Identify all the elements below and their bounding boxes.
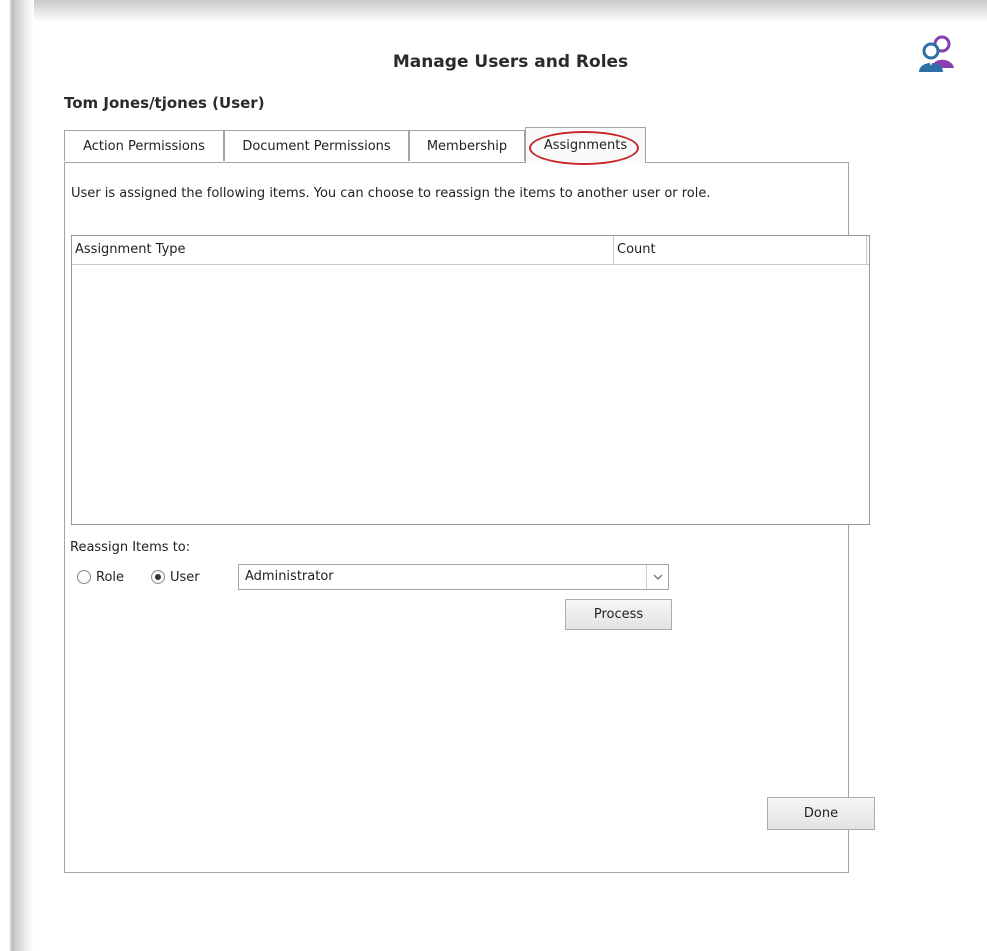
- reassign-items-label: Reassign Items to:: [70, 540, 191, 555]
- tab-label: Action Permissions: [83, 138, 205, 154]
- dialog-title: Manage Users and Roles: [392, 52, 629, 72]
- radio-role[interactable]: Role: [77, 566, 124, 588]
- grid-header: Assignment Type Count: [72, 236, 869, 265]
- manage-users-dialog: Manage Users and Roles Tom Jones/tjones …: [34, 22, 987, 951]
- user-heading: Tom Jones/tjones (User): [64, 94, 265, 112]
- assignments-panel: User is assigned the following items. Yo…: [64, 162, 870, 873]
- tab-membership[interactable]: Membership: [409, 130, 525, 161]
- tab-document-permissions[interactable]: Document Permissions: [224, 130, 409, 161]
- process-button[interactable]: Process: [565, 599, 672, 630]
- window-left-shadow: [0, 0, 34, 951]
- done-button[interactable]: Done: [767, 797, 875, 830]
- assignments-description: User is assigned the following items. Yo…: [71, 186, 711, 201]
- column-header-count[interactable]: Count: [614, 236, 867, 264]
- tab-label: Document Permissions: [242, 138, 391, 154]
- users-roles-icon: [919, 35, 954, 72]
- tab-label: Assignments: [543, 138, 628, 153]
- tab-assignments[interactable]: Assignments: [525, 127, 646, 163]
- select-value: Administrator: [245, 569, 334, 584]
- tab-action-permissions[interactable]: Action Permissions: [64, 130, 224, 161]
- assignments-grid[interactable]: Assignment Type Count: [71, 235, 870, 525]
- radio-user[interactable]: User: [151, 566, 200, 588]
- reassign-user-select[interactable]: Administrator: [238, 564, 669, 590]
- window-top-shadow: [0, 0, 987, 22]
- dropdown-button[interactable]: [646, 565, 668, 589]
- tab-label: Membership: [426, 138, 508, 154]
- radio-user-label: User: [170, 569, 200, 585]
- radio-role-circle[interactable]: [77, 570, 91, 584]
- chevron-down-icon: [653, 574, 662, 580]
- column-header-assignment-type[interactable]: Assignment Type: [72, 236, 614, 264]
- radio-role-label: Role: [96, 569, 125, 585]
- radio-user-circle[interactable]: [151, 570, 165, 584]
